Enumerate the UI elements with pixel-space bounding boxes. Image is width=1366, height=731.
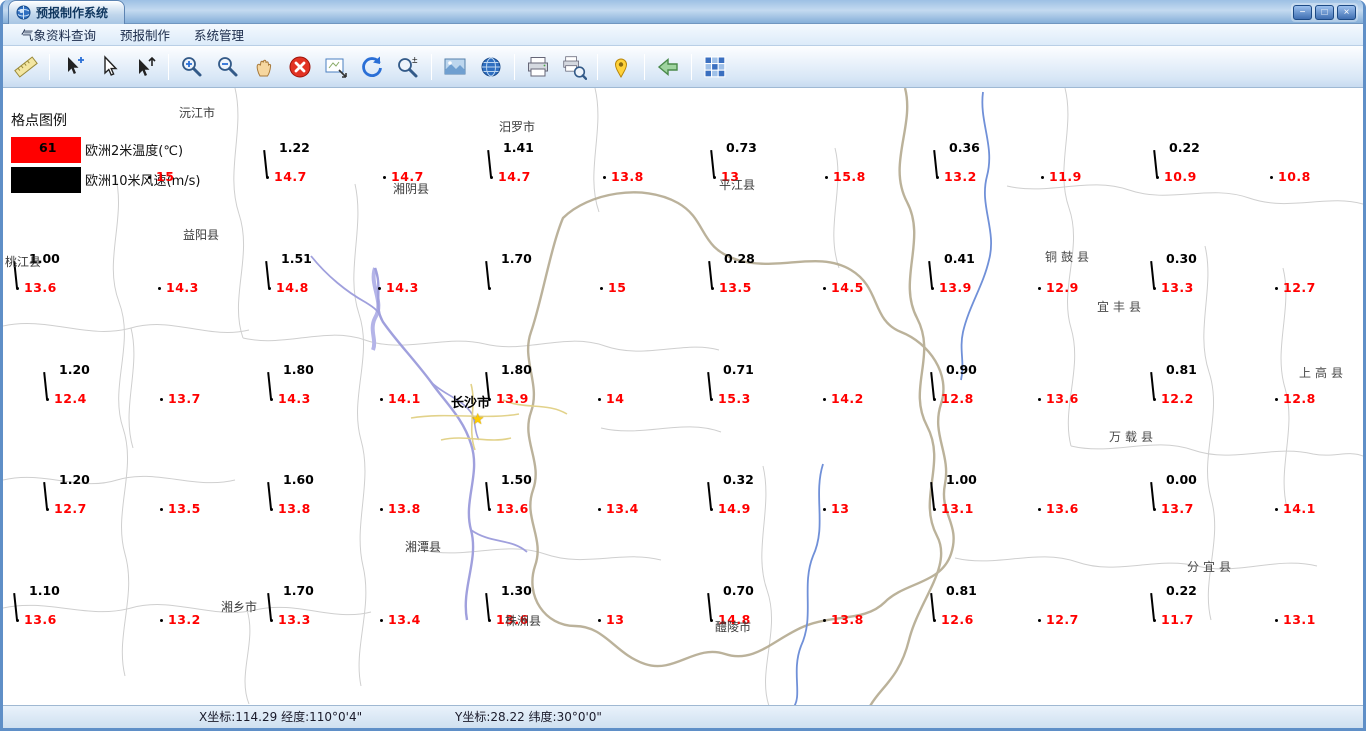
legend-temperature-label: 欧洲2米温度(℃) <box>85 144 184 159</box>
image-button[interactable] <box>438 50 472 84</box>
obscured-wind-value: 61 <box>39 140 57 155</box>
app-icon <box>16 5 31 20</box>
windspeed-swatch <box>11 166 81 193</box>
menu-system-management[interactable]: 系统管理 <box>184 23 254 46</box>
select-button[interactable] <box>92 50 126 84</box>
clear-icon <box>289 56 311 77</box>
back-button[interactable] <box>651 50 685 84</box>
legend-title: 格点图例 <box>11 113 67 129</box>
zoom-in-icon <box>182 56 202 76</box>
map-area[interactable]: 15 1.22 14.7 14.7 1.41 14.7 13.8 0.73 13 15.8 0.36… <box>3 88 1363 705</box>
toolbar-separator <box>49 53 50 80</box>
minimize-button[interactable]: − <box>1293 5 1312 20</box>
zoom-out-icon <box>218 56 238 76</box>
zoom-in-button[interactable] <box>175 50 209 84</box>
toolbar-separator <box>514 53 515 80</box>
restore-icon: □ <box>1321 6 1328 18</box>
title-bar[interactable]: 预报制作系统 − □ × <box>3 0 1363 24</box>
status-x-coordinate: X坐标:114.29 经度:110°0'4" <box>199 710 363 724</box>
legend-windspeed-label: 欧洲10米风速(m/s) <box>85 174 201 189</box>
measure-icon <box>14 55 38 78</box>
toolbar-separator <box>597 53 598 80</box>
status-y-coordinate: Y坐标:28.22 纬度:30°0'0" <box>455 710 602 724</box>
menu-forecast-production[interactable]: 预报制作 <box>110 23 180 46</box>
status-bar: X坐标:114.29 经度:110°0'4" Y坐标:28.22 纬度:30°0… <box>3 705 1363 728</box>
select-plus-button[interactable] <box>56 50 90 84</box>
clear-button[interactable] <box>283 50 317 84</box>
map-canvas <box>3 88 1363 705</box>
close-button[interactable]: × <box>1337 5 1356 20</box>
restore-button[interactable]: □ <box>1315 5 1334 20</box>
print-icon <box>528 56 548 76</box>
print-button[interactable] <box>521 50 555 84</box>
app-window: 预报制作系统 − □ × 气象资料查询 预报制作 系统管理 ± 15 1.22 … <box>0 0 1366 731</box>
toolbar-separator <box>644 53 645 80</box>
select-plus-icon <box>68 56 84 74</box>
print-preview-button[interactable] <box>557 50 591 84</box>
toolbar-separator <box>691 53 692 80</box>
export-map-button[interactable] <box>319 50 353 84</box>
print-preview-icon <box>563 55 587 80</box>
export-map-icon <box>325 58 347 78</box>
select-up-icon <box>139 56 156 76</box>
grid-button[interactable] <box>698 50 732 84</box>
menu-bar: 气象资料查询 预报制作 系统管理 <box>3 24 1363 46</box>
pan-icon <box>256 59 272 76</box>
zoom-out-button[interactable] <box>211 50 245 84</box>
globe-icon <box>481 57 501 76</box>
legend-item-windspeed: 欧洲10米风速(m/s) <box>11 166 201 193</box>
select-up-button[interactable] <box>128 50 162 84</box>
refresh-icon <box>362 56 382 77</box>
measure-button[interactable] <box>9 50 43 84</box>
globe-button[interactable] <box>474 50 508 84</box>
window-title-tab: 预报制作系统 <box>8 0 126 24</box>
toolbar: ± <box>3 46 1363 88</box>
close-icon: × <box>1343 6 1350 18</box>
window-controls: − □ × <box>1291 3 1358 22</box>
menu-weather-data-query[interactable]: 气象资料查询 <box>11 23 106 46</box>
minimize-icon: − <box>1299 6 1306 18</box>
identify-button[interactable]: ± <box>391 50 425 84</box>
window-title: 预报制作系统 <box>36 6 109 20</box>
toolbar-separator <box>431 53 432 80</box>
placemark-icon <box>614 58 628 78</box>
capital-star-icon: ★ <box>471 410 485 428</box>
refresh-button[interactable] <box>355 50 389 84</box>
svg-text:±: ± <box>412 55 418 66</box>
back-icon <box>657 57 678 76</box>
grid-icon <box>704 56 726 77</box>
select-icon <box>104 54 118 76</box>
pan-button[interactable] <box>247 50 281 84</box>
toolbar-separator <box>168 53 169 80</box>
placemark-button[interactable] <box>604 50 638 84</box>
identify-icon: ± <box>398 55 418 77</box>
image-icon <box>444 58 466 74</box>
